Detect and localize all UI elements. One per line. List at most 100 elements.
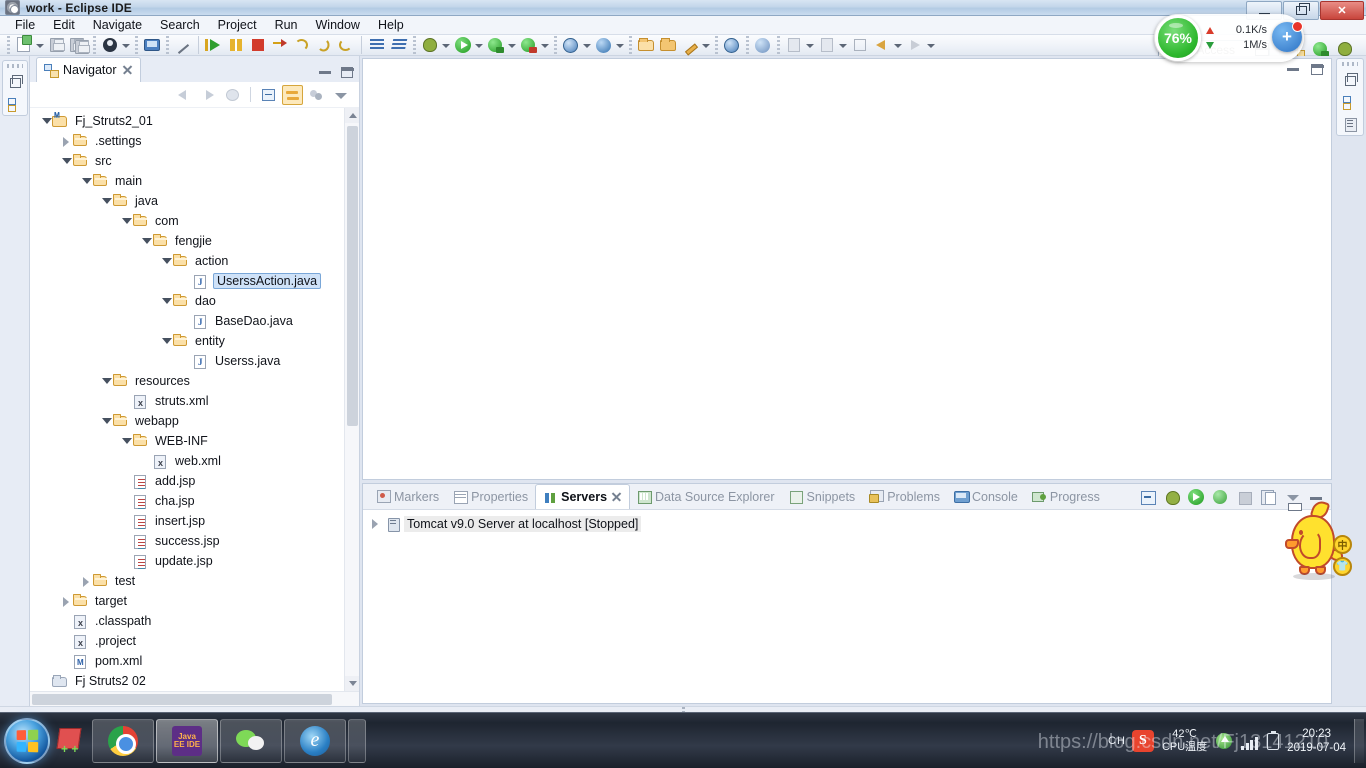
- toolbar-grip[interactable]: [554, 36, 557, 54]
- back-dropdown-icon[interactable]: [893, 35, 902, 55]
- expand-icon[interactable]: [40, 115, 52, 127]
- ime-mode-coin-icon[interactable]: 中: [1333, 535, 1352, 554]
- tree-item[interactable]: Userss.java: [30, 351, 359, 371]
- new-wizard-icon[interactable]: [14, 35, 34, 55]
- expand-icon[interactable]: [160, 335, 172, 347]
- run-server-dropdown-icon[interactable]: [507, 35, 516, 55]
- mascot-minimize-icon[interactable]: [1288, 503, 1302, 511]
- tree-item[interactable]: src: [30, 151, 359, 171]
- tab-markers[interactable]: Markers: [369, 484, 446, 509]
- tree-item[interactable]: UserssAction.java: [30, 271, 359, 291]
- close-button[interactable]: ✕: [1320, 1, 1364, 20]
- ime-indicator[interactable]: CH S: [1108, 730, 1154, 752]
- filters-icon[interactable]: [306, 85, 327, 105]
- toolbar-grip[interactable]: [7, 36, 10, 54]
- debug-dropdown-icon[interactable]: [441, 35, 450, 55]
- scroll-thumb[interactable]: [32, 694, 332, 705]
- debug-server-dropdown-icon[interactable]: [540, 35, 549, 55]
- toolbar-grip[interactable]: [746, 36, 749, 54]
- taskbar-clock[interactable]: 20:23 2019-07-04: [1287, 727, 1346, 755]
- previous-annotation-icon[interactable]: [850, 35, 870, 55]
- menu-help[interactable]: Help: [369, 16, 413, 34]
- tree-item[interactable]: success.jsp: [30, 531, 359, 551]
- forward-icon[interactable]: [198, 85, 219, 105]
- tree-item[interactable]: resources: [30, 371, 359, 391]
- ime-skin-coin-icon[interactable]: 👕: [1333, 557, 1352, 576]
- tree-item[interactable]: com: [30, 211, 359, 231]
- menu-run[interactable]: Run: [266, 16, 307, 34]
- suspend-icon[interactable]: [226, 35, 246, 55]
- scroll-down-icon[interactable]: [345, 676, 359, 691]
- outline-fastview-icon[interactable]: [1342, 116, 1358, 132]
- open-console-icon[interactable]: [142, 35, 162, 55]
- wechat-task[interactable]: [220, 718, 282, 763]
- profile-server-icon[interactable]: [1211, 488, 1229, 506]
- save-icon[interactable]: [47, 35, 67, 55]
- expand-icon[interactable]: [80, 575, 92, 587]
- up-icon[interactable]: [222, 85, 243, 105]
- tree-item[interactable]: BaseDao.java: [30, 311, 359, 331]
- tree-item[interactable]: update.jsp: [30, 551, 359, 571]
- skip-breakpoints-icon[interactable]: [173, 35, 193, 55]
- run-server-icon[interactable]: [486, 35, 506, 55]
- debug-icon[interactable]: [420, 35, 440, 55]
- server-row[interactable]: Tomcat v9.0 Server at localhost [Stopped…: [369, 516, 1331, 532]
- debug-server-icon[interactable]: [519, 35, 539, 55]
- tree-item[interactable]: fengjie: [30, 231, 359, 251]
- tree-item[interactable]: struts.xml: [30, 391, 359, 411]
- open-resource-icon[interactable]: [658, 35, 678, 55]
- expand-icon[interactable]: [120, 215, 132, 227]
- menu-edit[interactable]: Edit: [44, 16, 84, 34]
- network-speed-widget[interactable]: 76% 0.1K/s 1M/s +: [1154, 14, 1304, 62]
- tree-item[interactable]: web.xml: [30, 451, 359, 471]
- expand-icon[interactable]: [60, 595, 72, 607]
- save-all-icon[interactable]: [69, 35, 90, 55]
- collapse-all-icon[interactable]: [258, 85, 279, 105]
- tab-properties[interactable]: Properties: [446, 484, 535, 509]
- tree-item[interactable]: dao: [30, 291, 359, 311]
- new-wizard-dropdown-icon[interactable]: [35, 35, 44, 55]
- toolbar-grip[interactable]: [777, 36, 780, 54]
- run-icon[interactable]: [453, 35, 473, 55]
- battery-icon[interactable]: [1267, 730, 1280, 750]
- new-dynamic-web-project-icon[interactable]: [561, 35, 581, 55]
- tree-item[interactable]: .project: [30, 631, 359, 651]
- expand-icon[interactable]: [60, 135, 72, 147]
- servers-fastview-icon[interactable]: [1342, 94, 1358, 110]
- toolbar-grip[interactable]: [166, 36, 169, 54]
- tab-servers[interactable]: Servers: [535, 484, 631, 509]
- expand-icon[interactable]: [60, 155, 72, 167]
- tree-item[interactable]: java: [30, 191, 359, 211]
- run-dropdown-icon[interactable]: [474, 35, 483, 55]
- step-return-icon[interactable]: [336, 35, 356, 55]
- forward-icon[interactable]: [905, 35, 925, 55]
- tab-navigator[interactable]: Navigator: [36, 57, 141, 82]
- publish-icon[interactable]: [1259, 488, 1277, 506]
- expand-icon[interactable]: [369, 517, 383, 531]
- tree-item[interactable]: .classpath: [30, 611, 359, 631]
- step-over-icon[interactable]: [314, 35, 334, 55]
- collapse-all-icon[interactable]: [1139, 488, 1157, 506]
- expand-icon[interactable]: [100, 415, 112, 427]
- expand-icon[interactable]: [140, 235, 152, 247]
- network-boost-icon[interactable]: +: [1272, 21, 1303, 52]
- chrome-task[interactable]: [92, 718, 154, 763]
- user-dropdown-icon[interactable]: [121, 35, 130, 55]
- back-icon[interactable]: [872, 35, 892, 55]
- toolbar-grip[interactable]: [629, 36, 632, 54]
- new-web-dropdown-icon[interactable]: [582, 35, 591, 55]
- tab-console[interactable]: Console: [947, 484, 1025, 509]
- internet-explorer-task[interactable]: e: [284, 718, 346, 763]
- expand-icon[interactable]: [100, 195, 112, 207]
- external-tools-icon[interactable]: [389, 35, 409, 55]
- terminate-icon[interactable]: [248, 35, 268, 55]
- tree-item[interactable]: entity: [30, 331, 359, 351]
- toolbar-grip[interactable]: [413, 36, 416, 54]
- navigator-vertical-scrollbar[interactable]: [344, 108, 359, 691]
- close-icon[interactable]: [122, 65, 133, 76]
- navigator-fastview-icon[interactable]: [7, 96, 23, 112]
- menu-navigate[interactable]: Navigate: [84, 16, 151, 34]
- debug-server-icon[interactable]: [1163, 488, 1181, 506]
- editor-area[interactable]: [362, 58, 1332, 480]
- rail-grip[interactable]: [6, 64, 23, 68]
